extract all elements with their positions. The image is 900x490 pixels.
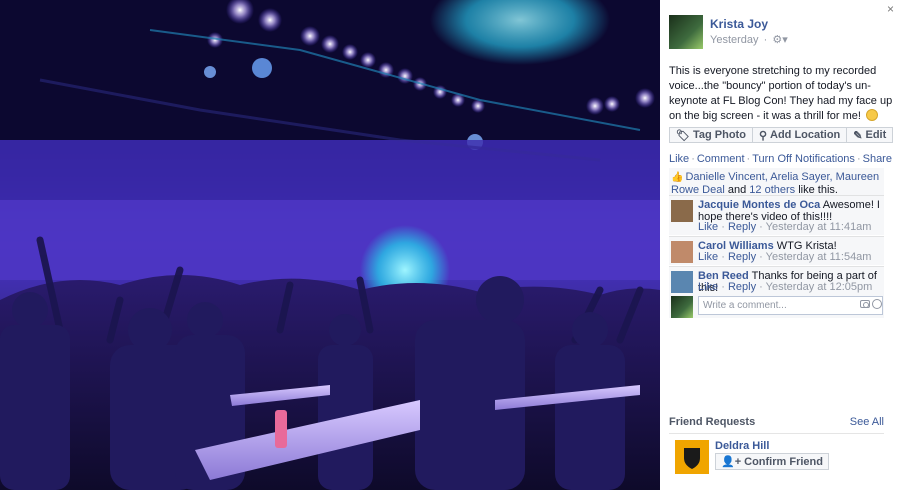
meta-separator: ·: [763, 34, 768, 46]
smile-emoji-icon: [866, 109, 879, 121]
emoji-picker-icon[interactable]: [872, 299, 882, 309]
comment-meta: Like · Reply · Yesterday at 11:54am: [698, 251, 872, 263]
camera-icon[interactable]: [860, 300, 870, 308]
comment-item: Ben Reed Thanks for being a part of this…: [669, 266, 884, 295]
comment-like-link[interactable]: Like: [698, 281, 718, 293]
comment-meta: Like · Reply · Yesterday at 12:05pm: [698, 281, 873, 293]
requester-name[interactable]: Deldra Hill: [715, 440, 769, 452]
see-all-link[interactable]: See All: [850, 416, 884, 428]
requester-avatar[interactable]: [675, 440, 709, 474]
location-pin-icon: ⚲: [758, 129, 767, 142]
add-location-label: Add Location: [770, 129, 841, 141]
comment-item: Jacquie Montes de Oca Awesome! I hope th…: [669, 195, 884, 235]
ufi-separator: ·: [691, 153, 695, 165]
edit-label: Edit: [865, 129, 887, 141]
ufi-separator: ·: [746, 153, 751, 165]
author-name[interactable]: Krista Joy: [710, 17, 768, 31]
post-text: This is everyone stretching to my record…: [669, 64, 894, 124]
comment-author[interactable]: Jacquie Montes de Oca: [698, 199, 820, 211]
comment-timestamp[interactable]: Yesterday at 11:54am: [766, 251, 872, 263]
photo-action-buttons: 🏷 Tag Photo ⚲ Add Location ✎ Edit: [669, 127, 894, 143]
photo-side-panel: × Krista Joy Yesterday · ⚙▾ This is ever…: [660, 0, 900, 490]
share-link[interactable]: Share: [863, 153, 892, 165]
comment-body: Jacquie Montes de Oca Awesome! I hope th…: [698, 199, 883, 223]
commenter-avatar[interactable]: [671, 271, 693, 293]
comment-input[interactable]: [698, 296, 883, 315]
friend-requests: Friend Requests See All Deldra Hill 👤+ C…: [669, 416, 884, 479]
comment-timestamp[interactable]: Yesterday at 11:41am: [766, 221, 872, 233]
event-photo: [0, 0, 660, 490]
write-comment-row: [669, 294, 884, 318]
commenter-avatar[interactable]: [671, 200, 693, 222]
friend-requests-title: Friend Requests: [669, 416, 756, 428]
confirm-friend-button[interactable]: 👤+ Confirm Friend: [715, 453, 829, 470]
edit-button[interactable]: ✎ Edit: [847, 127, 894, 143]
tag-photo-label: Tag Photo: [692, 129, 746, 141]
comment-like-link[interactable]: Like: [698, 221, 718, 233]
thumbs-up-icon: 👍: [671, 172, 684, 183]
comment-reply-link[interactable]: Reply: [728, 221, 756, 233]
turn-off-notifications-link[interactable]: Turn Off Notifications: [752, 153, 855, 165]
author-avatar[interactable]: [669, 15, 703, 49]
like-link[interactable]: Like: [669, 153, 689, 165]
comment-like-link[interactable]: Like: [698, 251, 718, 263]
close-icon[interactable]: ×: [887, 2, 894, 16]
ufi-actions: Like · Comment · Turn Off Notifications · Shar…: [669, 153, 892, 165]
shield-icon: [684, 448, 700, 469]
comment-reply-link[interactable]: Reply: [728, 251, 756, 263]
comment-item: Carol Williams WTG Krista! Like · Reply …: [669, 236, 884, 265]
comment-timestamp[interactable]: Yesterday at 12:05pm: [766, 281, 873, 293]
current-user-avatar: [671, 296, 693, 318]
add-location-button[interactable]: ⚲ Add Location: [752, 127, 848, 143]
tag-photo-button[interactable]: 🏷 Tag Photo: [669, 127, 753, 143]
post-meta: Yesterday · ⚙▾: [710, 33, 788, 46]
friend-requests-header: Friend Requests See All: [669, 416, 884, 434]
comment-meta: Like · Reply · Yesterday at 11:41am: [698, 221, 872, 233]
post-body: This is everyone stretching to my record…: [669, 65, 893, 122]
comment-reply-link[interactable]: Reply: [728, 281, 756, 293]
friends-gear-icon[interactable]: ⚙▾: [772, 34, 787, 46]
pencil-icon: ✎: [853, 129, 863, 142]
tag-icon: 🏷: [676, 129, 690, 142]
confirm-friend-label: Confirm Friend: [744, 455, 823, 468]
ufi-separator: ·: [856, 153, 861, 165]
photo-viewer[interactable]: [0, 0, 660, 490]
commenter-avatar[interactable]: [671, 241, 693, 263]
comment-list: Jacquie Montes de Oca Awesome! I hope th…: [669, 195, 884, 296]
add-friend-icon: 👤+: [721, 456, 742, 468]
comment-link[interactable]: Comment: [697, 153, 745, 165]
post-timestamp[interactable]: Yesterday: [710, 34, 759, 46]
friend-request-item: Deldra Hill 👤+ Confirm Friend: [669, 439, 884, 479]
